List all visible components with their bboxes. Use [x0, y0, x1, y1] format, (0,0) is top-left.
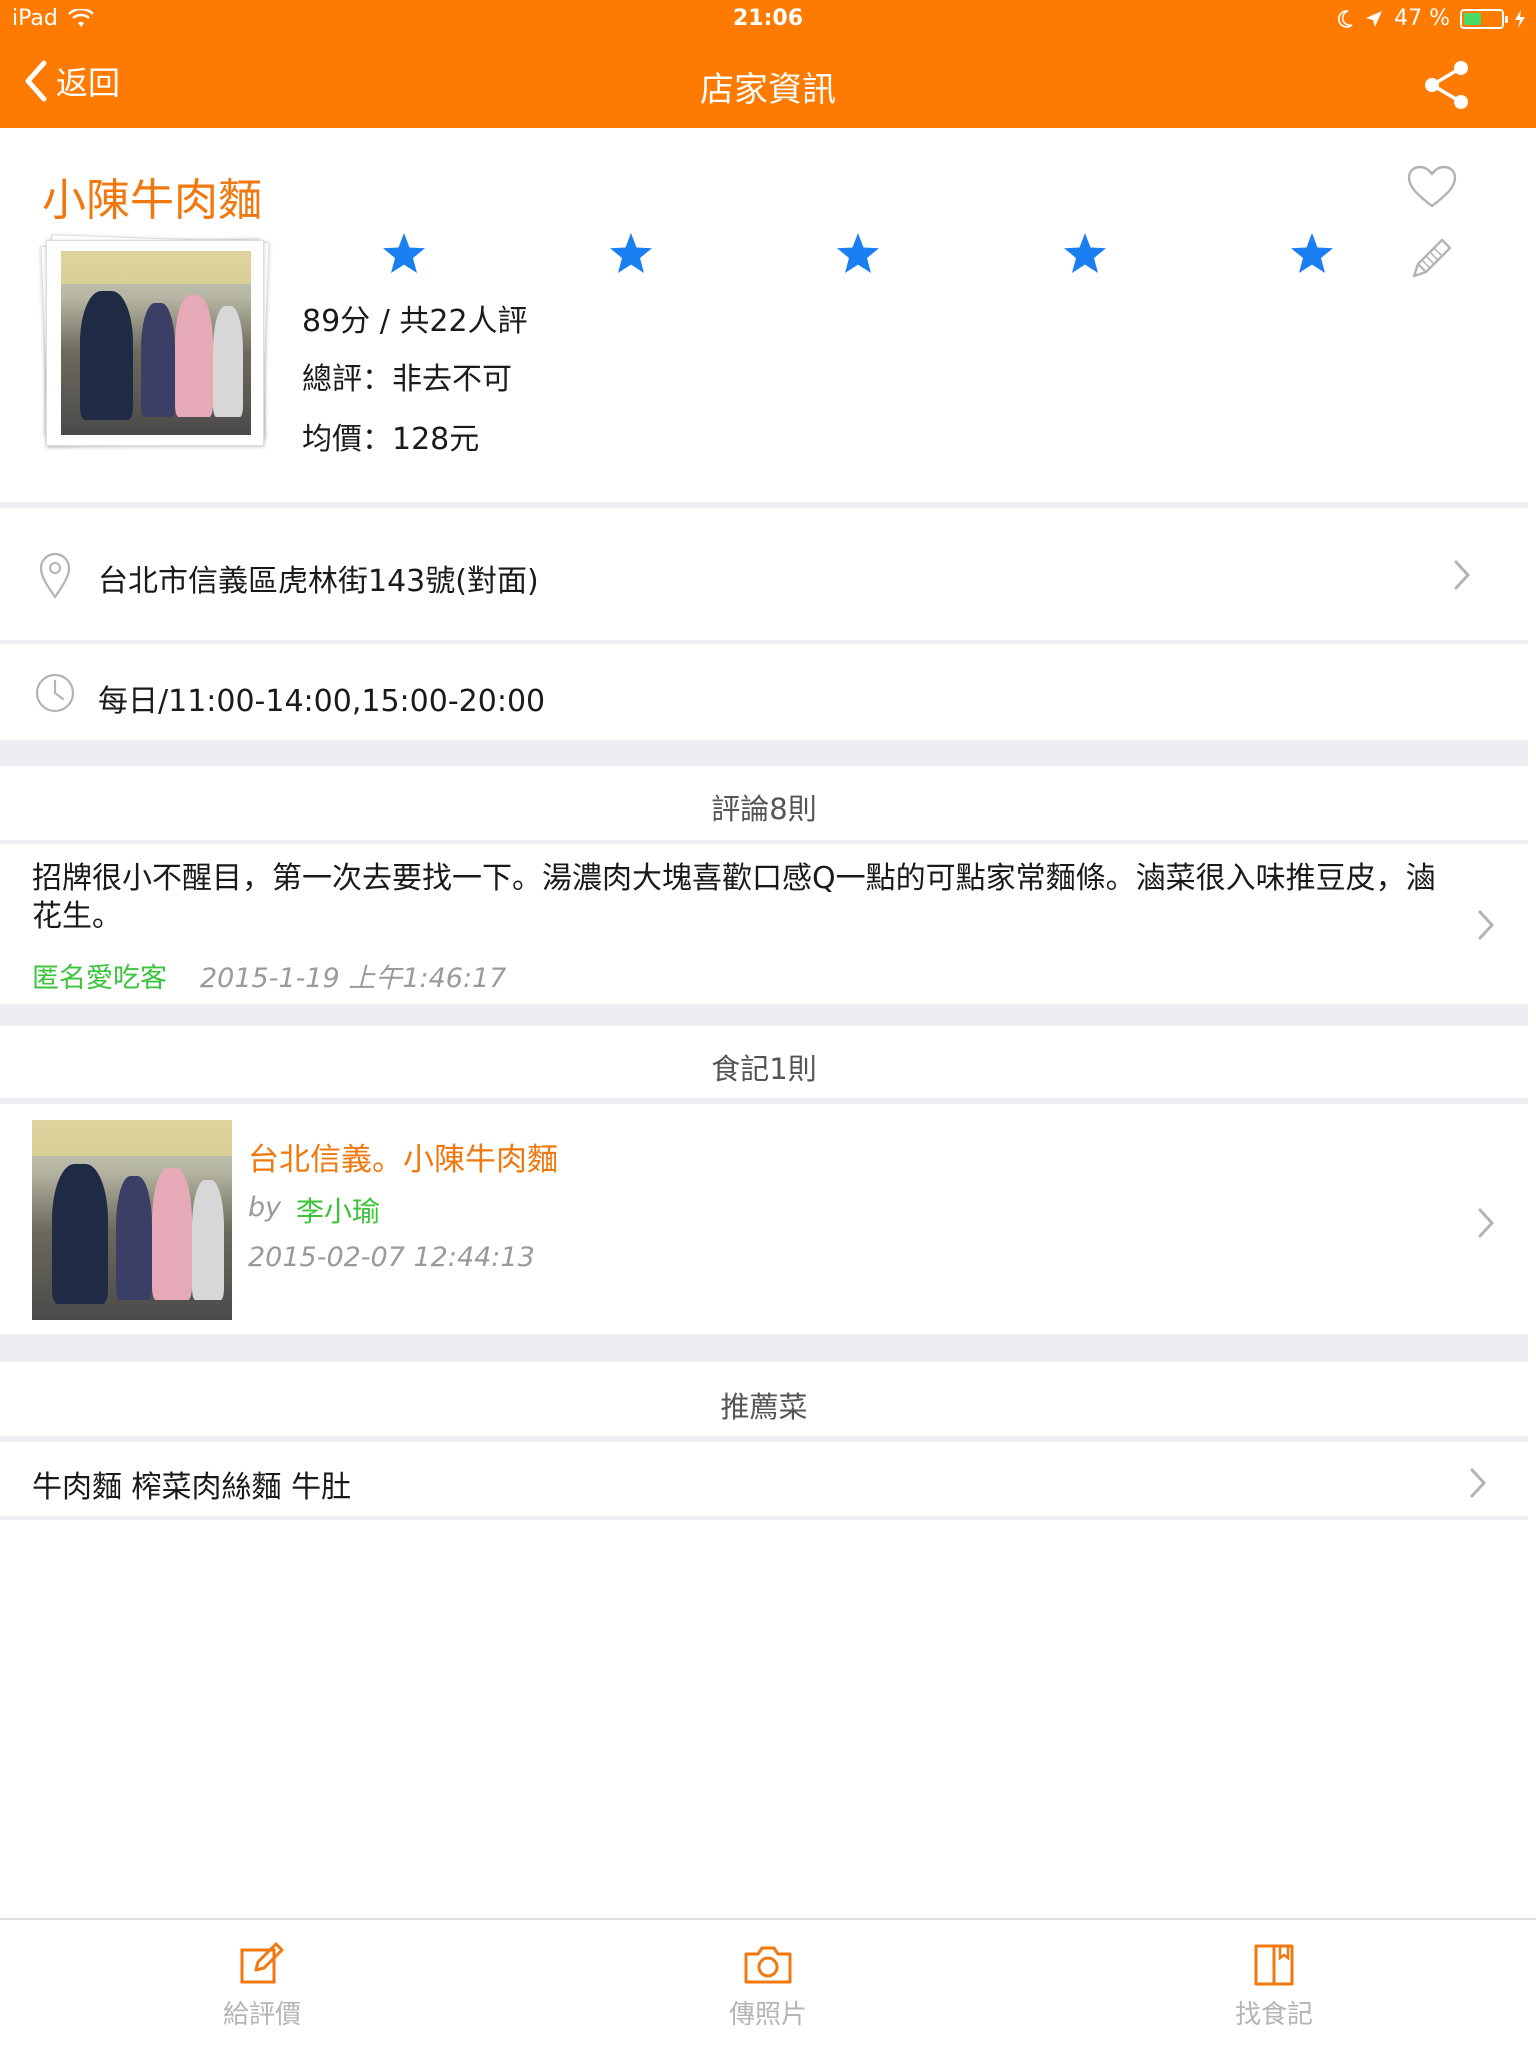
star-icon: [837, 233, 879, 273]
reviews-header: 評論8則: [711, 792, 817, 826]
store-name: 小陳牛肉麵: [42, 175, 262, 226]
status-bar: iPad 21:06 47 %: [0, 0, 1536, 40]
nav-bar: 返回 店家資訊: [0, 40, 1536, 128]
location-arrow-icon: [1366, 10, 1383, 27]
section-gap: [0, 740, 1528, 766]
location-pin-icon: [39, 552, 71, 599]
tab-give-rating[interactable]: 給評價: [172, 1940, 352, 2040]
review-date: 2015-1-19 上午1:46:17: [200, 963, 507, 994]
address-row[interactable]: 台北市信義區虎林街143號(對面): [0, 508, 1528, 640]
tab-upload-photo[interactable]: 傳照片: [678, 1940, 858, 2040]
status-time: 21:06: [732, 6, 804, 31]
clock-icon: [35, 673, 75, 713]
divider: [0, 1516, 1528, 1520]
pencil-icon[interactable]: [1408, 234, 1456, 282]
diary-thumbnail: [32, 1120, 232, 1320]
chevron-right-icon: [1454, 560, 1471, 590]
diary-by-label: by: [248, 1192, 282, 1223]
camera-icon: [744, 1946, 792, 1984]
battery-icon: [1460, 8, 1508, 29]
hours-row: 每日/11:00-14:00,15:00-20:00: [0, 644, 1528, 740]
star-icon: [1064, 233, 1106, 273]
diary-title: 台北信義。小陳牛肉麵: [248, 1142, 558, 1178]
dishes-header: 推薦菜: [720, 1390, 808, 1424]
store-photo: [61, 251, 251, 435]
chevron-right-icon: [1478, 910, 1495, 940]
chevron-right-icon: [1478, 1208, 1495, 1238]
battery-percent: 47 %: [1394, 6, 1450, 31]
address-text: 台北市信義區虎林街143號(對面): [98, 564, 539, 599]
tab-find-diary[interactable]: 找食記: [1184, 1940, 1364, 2040]
share-icon[interactable]: [1420, 58, 1474, 112]
score-text: 89分 / 共22人評: [302, 304, 528, 339]
star-icon: [610, 233, 652, 273]
rating-stars: [380, 230, 1333, 280]
chevron-right-icon: [1470, 1468, 1487, 1498]
tab-label: 找食記: [1234, 2000, 1313, 2030]
dishes-text: 牛肉麵 榨菜肉絲麵 牛肚: [32, 1470, 352, 1505]
section-gap: [0, 1004, 1528, 1026]
average-price-text: 均價：128元: [302, 422, 480, 457]
overall-rating-text: 總評：非去不可: [302, 362, 512, 397]
tab-label: 傳照片: [728, 2000, 807, 2030]
review-text: 招牌很小不醒目，第一次去要找一下。湯濃肉大塊喜歡口感Q一點的可點家常麵條。滷菜很…: [32, 861, 1436, 934]
star-icon: [383, 233, 425, 273]
heart-icon[interactable]: [1406, 164, 1458, 210]
top-bar: iPad 21:06 47 % 返回 店家資訊: [0, 0, 1536, 128]
tab-label: 給評價: [222, 2000, 301, 2030]
moon-icon: [1338, 9, 1353, 28]
charging-icon: [1515, 9, 1525, 28]
page-title: 店家資訊: [700, 70, 836, 110]
store-photo-stack[interactable]: 3: [40, 234, 270, 566]
store-header: 小陳牛肉麵 3 89分 / 共22人評 總評：非去不可 均價：128元: [0, 128, 1536, 566]
hours-text: 每日/11:00-14:00,15:00-20:00: [98, 684, 546, 719]
diaries-header: 食記1則: [711, 1052, 817, 1086]
book-icon: [1254, 1944, 1294, 1986]
star-icon: [1291, 233, 1333, 273]
diary-date: 2015-02-07 12:44:13: [248, 1242, 535, 1273]
diary-author: 李小瑜: [296, 1195, 381, 1228]
edit-icon: [240, 1942, 284, 1984]
review-author: 匿名愛吃客: [32, 963, 167, 994]
section-gap: [0, 1334, 1528, 1362]
tab-bar: 給評價 傳照片 找食記: [0, 1918, 1536, 2048]
